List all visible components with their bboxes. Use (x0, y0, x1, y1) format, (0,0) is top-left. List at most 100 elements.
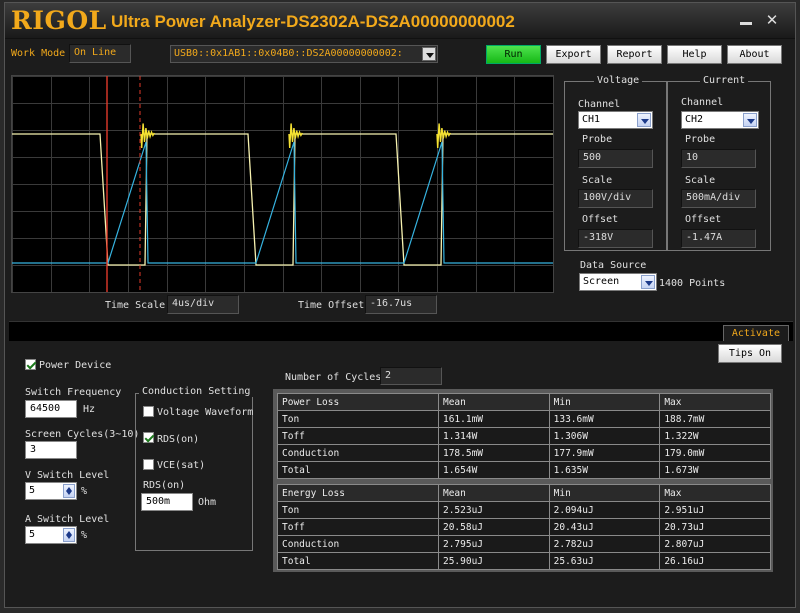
current-offset-label: Offset (685, 214, 722, 225)
voltage-offset-field[interactable]: -318V (578, 229, 653, 248)
brand-logo: RIGOL (11, 6, 107, 35)
table-cell: 178.5mW (437, 444, 550, 462)
table-cell: 2.951uJ (659, 501, 771, 519)
minimize-icon (740, 22, 752, 25)
close-icon: ✕ (765, 11, 779, 29)
table-row: Toff 1.314W 1.306W 1.322W (277, 427, 771, 445)
table-cell: 25.90uJ (437, 552, 550, 570)
minimize-button[interactable] (737, 11, 755, 29)
voltage-offset-label: Offset (582, 214, 619, 225)
table-cell: Toff (277, 518, 439, 536)
table-cell: 1.314W (437, 427, 550, 445)
power-device-label: Power Device (39, 360, 112, 371)
a-switch-level-unit: % (81, 530, 88, 541)
rds-on-checkbox[interactable] (143, 432, 154, 443)
energy-loss-header-cell: Max (659, 484, 771, 502)
screen-cycles-label: Screen Cycles(3~10) (25, 429, 140, 440)
energy-loss-header-cell: Min (548, 484, 661, 502)
vce-sat-label: VCE(sat) (157, 460, 206, 471)
voltage-channel-select[interactable]: CH1 (578, 111, 653, 129)
vce-sat-checkbox[interactable] (143, 459, 154, 470)
current-probe-field[interactable]: 10 (681, 149, 756, 168)
voltage-waveform-checkbox[interactable] (143, 406, 154, 417)
table-row: Ton 161.1mW 133.6mW 188.7mW (277, 410, 771, 428)
table-cell: 1.673W (659, 461, 771, 479)
work-mode-label: Work Mode (11, 48, 66, 59)
close-button[interactable]: ✕ (763, 11, 781, 29)
resource-select-value: USB0::0x1AB1::0x04B0::DS2A00000000002: (174, 48, 403, 59)
report-button[interactable]: Report (607, 45, 662, 64)
spinner-arrows-icon[interactable] (63, 484, 75, 498)
chevron-down-icon[interactable] (743, 113, 757, 127)
table-cell: 177.9mW (548, 444, 661, 462)
voltage-probe-label: Probe (582, 134, 613, 145)
current-channel-select[interactable]: CH2 (681, 111, 759, 129)
chevron-down-icon[interactable] (641, 275, 655, 289)
time-offset-field[interactable]: -16.7us (365, 295, 437, 314)
chevron-down-icon[interactable] (422, 47, 436, 61)
voltage-probe-field[interactable]: 500 (578, 149, 653, 168)
table-cell: 2.523uJ (437, 501, 550, 519)
help-button[interactable]: Help (667, 45, 722, 64)
current-offset-field[interactable]: -1.47A (681, 229, 756, 248)
voltage-waveform-label: Voltage Waveform (157, 407, 254, 418)
time-scale-label: Time Scale (105, 300, 166, 311)
energy-loss-header-row: Energy Loss Mean Min Max (277, 484, 771, 502)
export-button[interactable]: Export (546, 45, 601, 64)
run-button[interactable]: Run (486, 45, 541, 64)
switch-frequency-label: Switch Frequency (25, 387, 122, 398)
power-loss-header-row: Power Loss Mean Min Max (277, 393, 771, 411)
table-cell: 25.63uJ (548, 552, 661, 570)
table-cell: 179.0mW (659, 444, 771, 462)
voltage-scale-field[interactable]: 100V/div (578, 189, 653, 208)
tab-activate[interactable]: Activate (722, 325, 789, 341)
switch-frequency-input[interactable]: 64500 (25, 400, 77, 418)
ringing-burst (140, 123, 155, 149)
energy-loss-header-cell: Energy Loss (277, 484, 439, 502)
tips-on-button[interactable]: Tips On (718, 344, 782, 363)
screen-cycles-input[interactable]: 3 (25, 441, 77, 459)
table-cell: 2.807uJ (659, 535, 771, 553)
panel-tab-bar: Activate (9, 321, 793, 341)
power-loss-header-cell: Min (548, 393, 661, 411)
current-scale-label: Scale (685, 175, 716, 186)
power-device-checkbox[interactable] (25, 359, 36, 370)
table-row: Conduction 2.795uJ 2.782uJ 2.807uJ (277, 535, 771, 553)
waveform-display[interactable] (11, 75, 554, 293)
data-source-value: Screen (583, 276, 620, 287)
window-title: Ultra Power Analyzer-DS2302A-DS2A0000000… (111, 12, 515, 31)
table-cell: 2.782uJ (548, 535, 661, 553)
current-group-title: Current (700, 75, 749, 86)
rds-on-input[interactable]: 500m (141, 493, 193, 511)
v-switch-level-stepper[interactable]: 5 (25, 482, 77, 500)
table-cell: 188.7mW (659, 410, 771, 428)
rds-on-label: RDS(on) (157, 434, 200, 445)
v-switch-level-label: V Switch Level (25, 470, 110, 481)
resource-select[interactable]: USB0::0x1AB1::0x04B0::DS2A00000000002: (170, 45, 438, 63)
table-row: Total 25.90uJ 25.63uJ 26.16uJ (277, 552, 771, 570)
a-switch-level-stepper[interactable]: 5 (25, 526, 77, 544)
voltage-group-title: Voltage (594, 75, 643, 86)
chevron-down-icon[interactable] (637, 113, 651, 127)
table-row: Conduction 178.5mW 177.9mW 179.0mW (277, 444, 771, 462)
table-cell: Total (277, 552, 439, 570)
about-button[interactable]: About (727, 45, 782, 64)
points-label: 1400 Points (659, 278, 726, 289)
table-cell: 161.1mW (437, 410, 550, 428)
data-source-select[interactable]: Screen (579, 273, 657, 291)
a-switch-level-label: A Switch Level (25, 514, 110, 525)
app-window: RIGOL Ultra Power Analyzer-DS2302A-DS2A0… (4, 2, 796, 608)
current-scale-field[interactable]: 500mA/div (681, 189, 756, 208)
waveform-canvas (12, 76, 554, 293)
spinner-arrows-icon[interactable] (63, 528, 75, 542)
time-scale-field[interactable]: 4us/div (167, 295, 239, 314)
voltage-channel-value: CH1 (582, 114, 601, 125)
voltage-channel-label: Channel (578, 99, 621, 110)
table-row: Total 1.654W 1.635W 1.673W (277, 461, 771, 479)
table-row: Toff 20.58uJ 20.43uJ 20.73uJ (277, 518, 771, 536)
table-cell: Conduction (277, 535, 439, 553)
a-switch-level-value: 5 (29, 529, 36, 540)
number-of-cycles-field: 2 (380, 367, 442, 385)
title-bar: RIGOL Ultra Power Analyzer-DS2302A-DS2A0… (5, 3, 795, 39)
voltage-scale-label: Scale (582, 175, 613, 186)
